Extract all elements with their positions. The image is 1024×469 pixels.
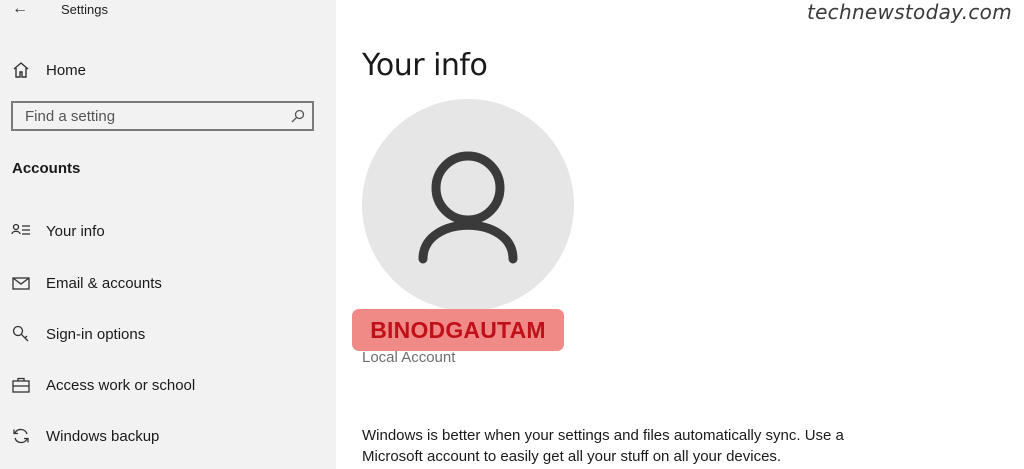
sidebar: ← Settings Home Accounts Your info Email… [0, 0, 336, 469]
sidebar-item-your-info[interactable]: Your info [0, 215, 336, 249]
sync-icon [11, 426, 31, 446]
sync-message: Windows is better when your settings and… [362, 427, 844, 465]
user-icon [418, 151, 518, 264]
title-bar: ← Settings [0, 0, 336, 24]
username: BINODGAUTAM [370, 317, 546, 343]
account-type: Local Account [362, 349, 456, 366]
sidebar-item-label: Access work or school [46, 377, 196, 394]
briefcase-icon [11, 375, 31, 395]
sidebar-item-label: Home [46, 62, 87, 79]
sidebar-item-label: Email & accounts [46, 275, 162, 292]
your-info-icon [11, 221, 31, 241]
back-arrow-icon[interactable]: ← [10, 0, 30, 20]
search-input[interactable] [13, 103, 295, 129]
avatar [362, 99, 574, 311]
sidebar-item-windows-backup[interactable]: Windows backup [0, 420, 336, 454]
section-header-accounts: Accounts [12, 160, 81, 177]
sidebar-item-sign-in-options[interactable]: Sign-in options [0, 318, 336, 352]
mail-icon [11, 273, 31, 293]
watermark: technewstoday.com [806, 0, 1012, 24]
page-title: Your info [362, 48, 488, 83]
app-title: Settings [61, 2, 108, 17]
sidebar-item-access-work-school[interactable]: Access work or school [0, 369, 336, 403]
main-content: technewstoday.com Your info BINODGAUTAM … [336, 0, 1024, 469]
sidebar-item-label: Sign-in options [46, 326, 146, 343]
sidebar-item-label: Your info [46, 223, 105, 240]
username-highlight: BINODGAUTAM [352, 309, 564, 351]
search-icon[interactable] [290, 108, 306, 124]
sidebar-item-email-accounts[interactable]: Email & accounts [0, 267, 336, 301]
sidebar-item-home[interactable]: Home [0, 54, 336, 86]
sidebar-item-label: Windows backup [46, 428, 160, 445]
search-field[interactable] [11, 101, 314, 131]
home-icon [11, 60, 31, 80]
key-icon [11, 324, 31, 344]
